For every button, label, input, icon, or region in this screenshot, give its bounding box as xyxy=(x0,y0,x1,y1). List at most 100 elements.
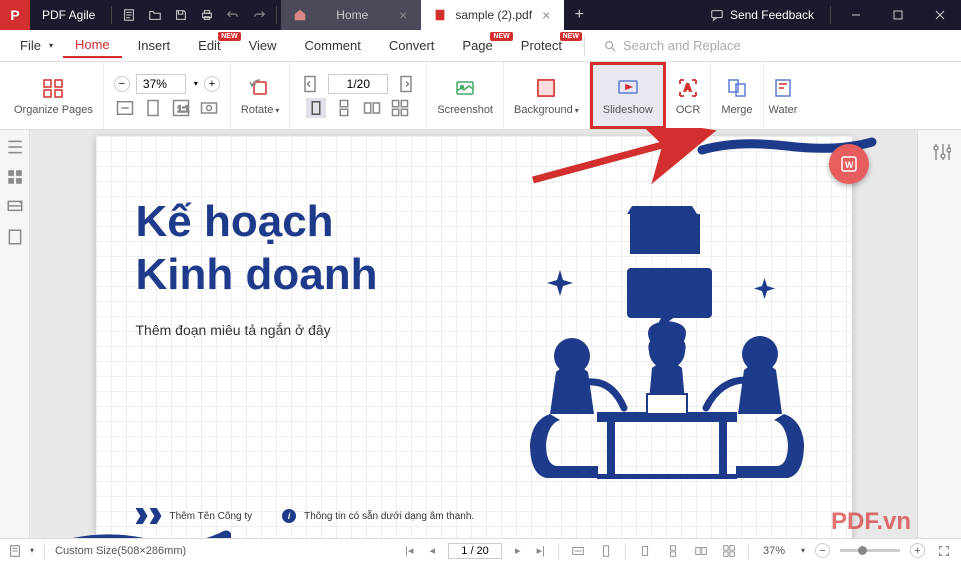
save-icon[interactable] xyxy=(168,0,194,30)
fit-page-view[interactable] xyxy=(597,542,615,560)
new-file-icon[interactable] xyxy=(116,0,142,30)
rotate-icon xyxy=(248,76,272,100)
bookmarks-icon[interactable] xyxy=(6,168,24,186)
audio-info-footer: i Thông tin có sẵn dưới dạng âm thanh. xyxy=(282,509,474,523)
menu-comment[interactable]: Comment xyxy=(293,34,373,57)
menu-file[interactable]: File xyxy=(8,34,59,57)
two-continuous-icon[interactable] xyxy=(390,98,410,118)
fit-page-icon[interactable] xyxy=(143,98,163,118)
prev-page-button[interactable]: ◂ xyxy=(427,544,439,557)
last-page-button[interactable]: ▸| xyxy=(534,544,548,557)
app-logo: P xyxy=(0,0,30,30)
close-icon[interactable]: × xyxy=(540,7,552,23)
continuous-view[interactable] xyxy=(664,542,682,560)
settings-icon[interactable] xyxy=(931,142,951,162)
fit-visible-icon[interactable] xyxy=(199,98,219,118)
attachments-icon[interactable] xyxy=(6,228,24,246)
fit-width-icon[interactable] xyxy=(115,98,135,118)
page-preview: Kế hoạch Kinh doanh Thêm đoạn miêu tả ng… xyxy=(96,136,852,538)
tab-document[interactable]: sample (2).pdf × xyxy=(421,0,564,30)
open-folder-icon[interactable] xyxy=(142,0,168,30)
menu-view[interactable]: View xyxy=(237,34,289,57)
undo-icon[interactable] xyxy=(220,0,246,30)
slideshow-icon xyxy=(616,76,640,100)
watermark-icon xyxy=(771,76,795,100)
menu-convert[interactable]: Convert xyxy=(377,34,447,57)
fit-width-view[interactable] xyxy=(569,542,587,560)
ocr-icon: A xyxy=(676,76,700,100)
merge-button[interactable]: Merge xyxy=(711,62,763,129)
tab-home[interactable]: Home × xyxy=(281,0,421,30)
properties-icon[interactable] xyxy=(8,544,22,558)
prev-page-icon[interactable] xyxy=(300,74,320,94)
zoom-dropdown[interactable]: ▾ xyxy=(194,79,198,88)
continuous-icon[interactable] xyxy=(334,98,354,118)
company-footer: Thêm Tên Công ty xyxy=(136,508,253,524)
thumbnails-icon[interactable] xyxy=(6,138,24,156)
zoom-in-button[interactable]: + xyxy=(204,76,220,92)
title-bar: P PDF Agile Home × sample (2).pdf × + Se… xyxy=(0,0,961,30)
menu-edit[interactable]: EditNEW xyxy=(186,34,232,57)
close-icon[interactable]: × xyxy=(397,7,409,23)
search-input[interactable]: Search and Replace xyxy=(595,38,953,53)
menu-protect[interactable]: ProtectNEW xyxy=(509,34,574,57)
convert-to-word-button[interactable]: W xyxy=(829,144,869,184)
print-icon[interactable] xyxy=(194,0,220,30)
organize-pages-button[interactable]: Organize Pages xyxy=(4,62,104,129)
search-icon xyxy=(603,39,617,53)
zoom-dropdown[interactable]: ▾ xyxy=(801,546,805,555)
single-page-icon[interactable] xyxy=(306,98,326,118)
main-area: Kế hoạch Kinh doanh Thêm đoạn miêu tả ng… xyxy=(0,130,961,538)
new-badge: NEW xyxy=(560,32,582,41)
tab-label: Home xyxy=(315,8,389,22)
two-page-icon[interactable] xyxy=(362,98,382,118)
minimize-button[interactable] xyxy=(835,0,877,30)
menu-insert[interactable]: Insert xyxy=(126,34,183,57)
page-input[interactable] xyxy=(328,74,388,94)
slideshow-button[interactable]: Slideshow xyxy=(590,62,666,129)
close-window-button[interactable] xyxy=(919,0,961,30)
screenshot-button[interactable]: Screenshot xyxy=(427,62,504,129)
comments-icon[interactable] xyxy=(6,198,24,216)
svg-text:1:1: 1:1 xyxy=(177,103,189,113)
background-button[interactable]: Background▾ xyxy=(504,62,590,129)
home-icon xyxy=(293,8,307,22)
page-number-input[interactable] xyxy=(448,543,502,559)
menu-home[interactable]: Home xyxy=(63,33,122,58)
word-icon: W xyxy=(839,154,859,174)
svg-text:W: W xyxy=(845,160,854,170)
send-feedback-button[interactable]: Send Feedback xyxy=(698,8,826,22)
facing-view[interactable] xyxy=(692,542,710,560)
page-size-label: Custom Size(508×286mm) xyxy=(55,545,186,557)
maximize-button[interactable] xyxy=(877,0,919,30)
add-tab-button[interactable]: + xyxy=(564,6,594,24)
feedback-icon xyxy=(710,8,724,22)
actual-size-icon[interactable]: 1:1 xyxy=(171,98,191,118)
watermark-button[interactable]: Water xyxy=(764,62,803,129)
organize-icon xyxy=(41,76,65,100)
svg-text:A: A xyxy=(684,83,691,94)
menu-page[interactable]: PageNEW xyxy=(450,34,504,57)
zoom-out-button[interactable]: − xyxy=(815,543,830,558)
page-view-group xyxy=(290,62,427,129)
app-name: PDF Agile xyxy=(30,8,107,22)
zoom-in-button[interactable]: + xyxy=(910,543,925,558)
left-sidebar xyxy=(0,130,30,538)
next-page-icon[interactable] xyxy=(396,74,416,94)
zoom-slider[interactable] xyxy=(840,549,900,552)
next-page-button[interactable]: ▸ xyxy=(512,544,524,557)
merge-icon xyxy=(725,76,749,100)
right-sidebar xyxy=(917,130,961,538)
single-page-view[interactable] xyxy=(636,542,654,560)
fullscreen-button[interactable] xyxy=(935,542,953,560)
zoom-out-button[interactable]: − xyxy=(114,76,130,92)
zoom-input[interactable] xyxy=(136,74,186,94)
redo-icon[interactable] xyxy=(246,0,272,30)
first-page-button[interactable]: |◂ xyxy=(402,544,416,557)
zoom-value: 37% xyxy=(759,545,789,557)
ocr-button[interactable]: A OCR xyxy=(666,62,711,129)
rotate-button[interactable]: Rotate▾ xyxy=(231,62,290,129)
document-canvas[interactable]: Kế hoạch Kinh doanh Thêm đoạn miêu tả ng… xyxy=(30,130,917,538)
facing-continuous-view[interactable] xyxy=(720,542,738,560)
meeting-illustration xyxy=(502,196,832,496)
